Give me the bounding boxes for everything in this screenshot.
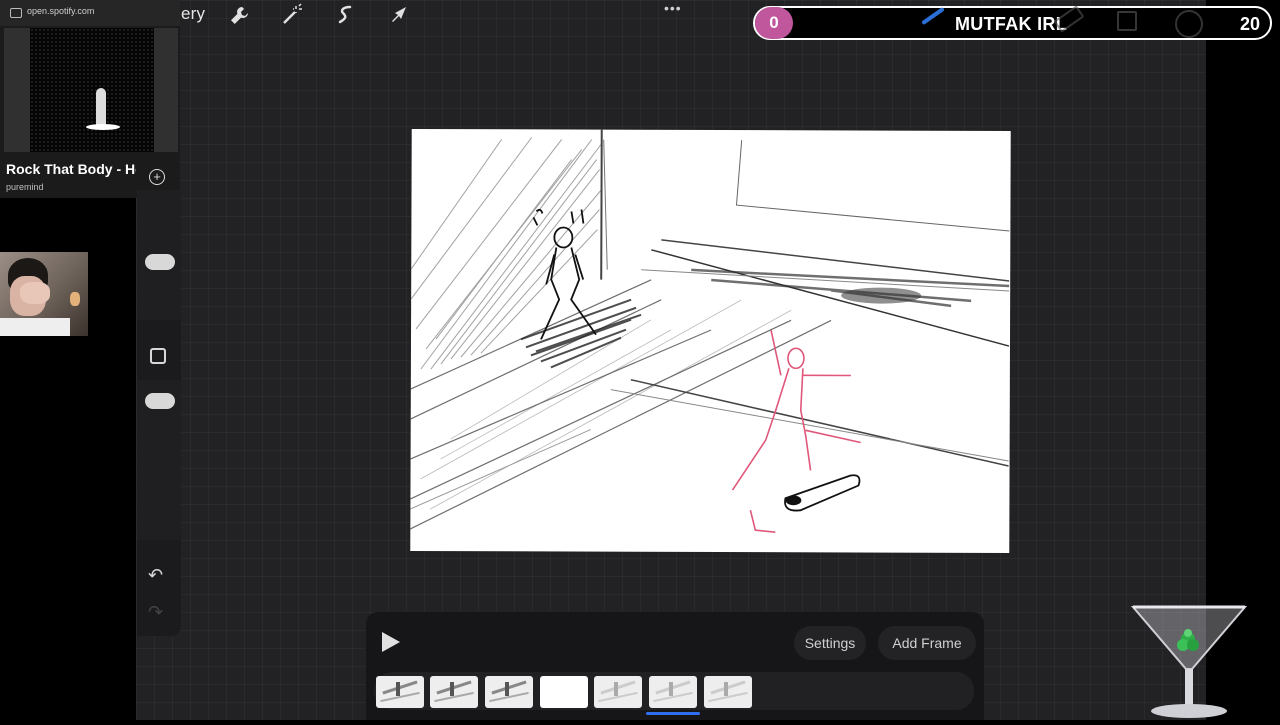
figure-silhouette — [96, 88, 106, 126]
frame-thumbnail[interactable] — [704, 676, 752, 708]
brush-icon[interactable] — [921, 6, 945, 26]
album-art — [30, 28, 154, 152]
more-options-icon[interactable]: ••• — [664, 0, 682, 16]
overlay-number: 20 — [1239, 14, 1260, 34]
martini-glass-icon — [1130, 603, 1248, 720]
add-frame-button[interactable]: Add Frame — [878, 626, 976, 660]
sketch-drawing — [410, 129, 1010, 534]
settings-button[interactable]: Settings — [794, 626, 866, 660]
webcam-lamp — [70, 292, 80, 306]
eyedropper-square-icon[interactable] — [150, 348, 166, 364]
count-badge: 0 — [755, 7, 793, 39]
webcam-feed — [0, 252, 88, 336]
redo-icon[interactable]: ↷ — [148, 602, 163, 623]
webcam-hand — [20, 282, 50, 304]
selection-icon[interactable] — [333, 3, 357, 27]
spotify-widget: open.spotify.com Rock That Body - He pur… — [0, 0, 180, 198]
opacity-handle[interactable] — [145, 393, 175, 409]
wrench-icon[interactable] — [228, 3, 252, 27]
undo-icon[interactable]: ↶ — [148, 565, 163, 586]
artist-name: puremind — [6, 182, 44, 192]
frame-thumbnail[interactable] — [594, 676, 642, 708]
drawing-canvas[interactable] — [410, 128, 1011, 554]
layers-icon[interactable] — [1117, 11, 1137, 31]
browser-url-bar: open.spotify.com — [0, 0, 180, 26]
plus-circle-icon[interactable]: + — [149, 169, 165, 185]
play-icon[interactable] — [382, 632, 400, 652]
stream-overlay-bar: 0 MUTFAK IRL 20 — [753, 5, 1272, 40]
site-settings-icon — [10, 8, 22, 18]
frame-thumbnail[interactable] — [540, 676, 588, 708]
song-title: Rock That Body - He — [6, 161, 136, 177]
frame-thumbnail-active[interactable] — [649, 676, 697, 708]
magic-wand-icon[interactable] — [280, 3, 304, 27]
album-cover — [4, 28, 178, 152]
frame-thumbnail[interactable] — [485, 676, 533, 708]
gallery-button[interactable]: ery — [181, 4, 205, 24]
move-arrow-icon[interactable] — [386, 3, 410, 27]
animation-assist-panel: Settings Add Frame — [366, 612, 984, 720]
spotlight — [86, 124, 120, 130]
url-text: open.spotify.com — [27, 6, 95, 16]
frame-thumbnail[interactable] — [376, 676, 424, 708]
overlay-title: MUTFAK IRL — [955, 14, 1067, 34]
brush-size-handle[interactable] — [145, 254, 175, 270]
webcam-shirt — [0, 318, 70, 336]
frame-thumbnail[interactable] — [430, 676, 478, 708]
color-picker-icon[interactable] — [1175, 10, 1203, 38]
eraser-icon[interactable] — [1053, 5, 1085, 33]
active-frame-indicator — [646, 712, 700, 715]
